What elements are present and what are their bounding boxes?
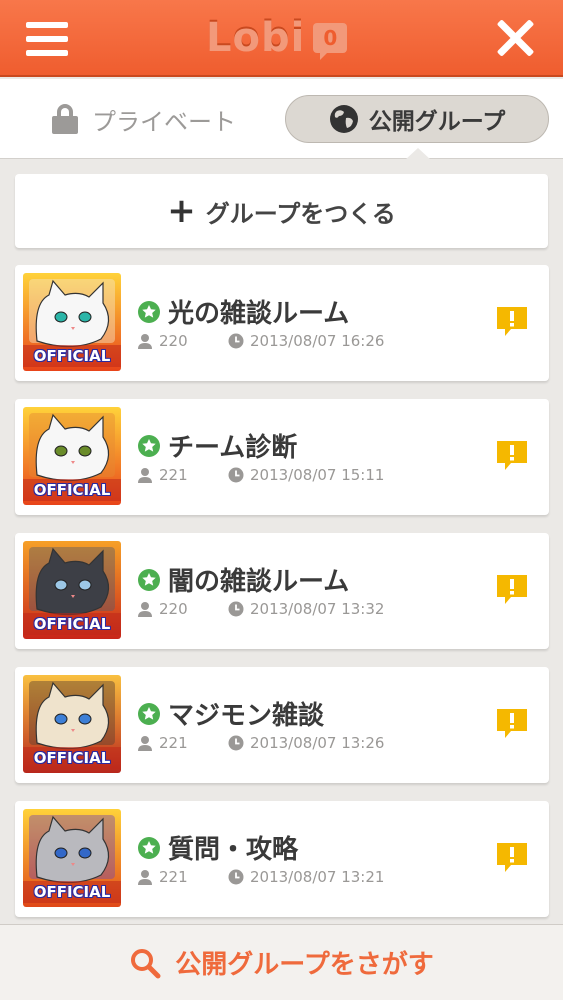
group-card[interactable]: OFFICIAL チーム診断 221 2013/08/07 15:11 [15, 399, 549, 515]
clock-icon [228, 869, 244, 885]
report-notice-icon[interactable] [495, 707, 529, 739]
search-public-groups-label: 公開グループをさがす [175, 950, 434, 980]
close-icon[interactable] [495, 18, 535, 58]
lobi-logo: Lobi 0 [206, 13, 348, 63]
favorite-star-icon [138, 703, 160, 725]
last-updated-value: 2013/08/07 13:26 [250, 734, 385, 752]
report-notice-icon[interactable] [495, 841, 529, 873]
clock-icon [228, 467, 244, 483]
group-card[interactable]: OFFICIAL 光の雑談ルーム 220 2013/08/07 16:26 [15, 265, 549, 381]
member-count-value: 220 [159, 600, 188, 618]
official-badge: OFFICIAL [33, 615, 111, 633]
person-icon [138, 870, 152, 885]
member-count: 221 [137, 734, 188, 752]
report-notice-icon[interactable] [495, 573, 529, 605]
last-updated-value: 2013/08/07 15:11 [250, 466, 385, 484]
person-icon [138, 334, 152, 349]
official-badge: OFFICIAL [33, 481, 111, 499]
last-updated-value: 2013/08/07 13:21 [250, 868, 385, 886]
group-name: チーム診断 [168, 433, 298, 463]
group-name: 闇の雑談ルーム [168, 567, 350, 597]
last-updated: 2013/08/07 16:26 [228, 332, 384, 350]
report-notice-icon[interactable] [495, 439, 529, 471]
create-group-label: グループをつくる [205, 199, 396, 228]
tab-public[interactable]: 公開グループ [285, 95, 549, 143]
clock-icon [228, 735, 244, 751]
last-updated: 2013/08/07 13:26 [228, 734, 384, 752]
create-group-button[interactable]: + グループをつくる [15, 174, 548, 248]
last-updated: 2013/08/07 15:11 [228, 466, 384, 484]
report-notice-icon[interactable] [495, 305, 529, 337]
group-card[interactable]: OFFICIAL 質問・攻略 221 2013/08/07 13:21 [15, 801, 549, 917]
clock-icon [228, 601, 244, 617]
lock-icon [52, 104, 78, 134]
member-count-value: 221 [159, 868, 188, 886]
group-card[interactable]: OFFICIAL 闇の雑談ルーム 220 2013/08/07 13:32 [15, 533, 549, 649]
group-tabs: プライベート 公開グループ [0, 79, 563, 159]
official-badge: OFFICIAL [33, 883, 111, 901]
app-header: Lobi 0 [0, 0, 563, 77]
member-count: 220 [137, 600, 188, 618]
official-badge: OFFICIAL [33, 749, 111, 767]
logo-text: Lobi [206, 15, 306, 61]
favorite-star-icon [138, 435, 160, 457]
person-icon [138, 602, 152, 617]
plus-icon: + [167, 191, 196, 231]
last-updated: 2013/08/07 13:32 [228, 600, 384, 618]
active-tab-pointer [405, 148, 431, 160]
last-updated-value: 2013/08/07 13:32 [250, 600, 385, 618]
member-count-value: 221 [159, 466, 188, 484]
group-name: 質問・攻略 [168, 835, 299, 865]
tab-private[interactable]: プライベート [52, 99, 236, 139]
favorite-star-icon [138, 837, 160, 859]
logo-badge: 0 [313, 23, 348, 60]
tab-public-label: 公開グループ [368, 109, 506, 135]
search-icon [131, 948, 161, 978]
member-count: 221 [137, 868, 188, 886]
member-count: 221 [137, 466, 188, 484]
tab-private-label: プライベート [92, 107, 236, 136]
group-card[interactable]: OFFICIAL マジモン雑談 221 2013/08/07 13:26 [15, 667, 549, 783]
member-count-value: 221 [159, 734, 188, 752]
favorite-star-icon [138, 569, 160, 591]
hamburger-menu-icon[interactable] [26, 22, 68, 56]
last-updated: 2013/08/07 13:21 [228, 868, 384, 886]
official-badge: OFFICIAL [33, 347, 111, 365]
search-public-groups-button[interactable]: 公開グループをさがす [0, 924, 563, 1000]
member-count-value: 220 [159, 332, 188, 350]
last-updated-value: 2013/08/07 16:26 [250, 332, 385, 350]
member-count: 220 [137, 332, 188, 350]
person-icon [138, 468, 152, 483]
favorite-star-icon [138, 301, 160, 323]
globe-icon [329, 105, 358, 133]
group-name: マジモン雑談 [168, 701, 325, 731]
person-icon [138, 736, 152, 751]
group-name: 光の雑談ルーム [168, 299, 350, 329]
clock-icon [228, 333, 244, 349]
